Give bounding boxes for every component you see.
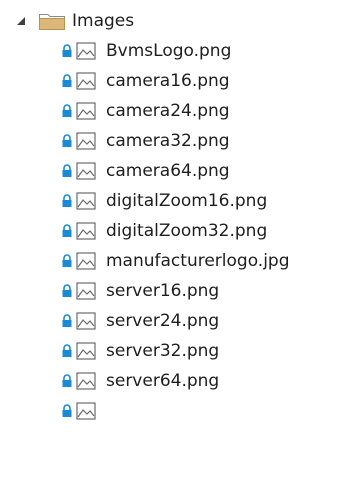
tree-item-file[interactable]: manufacturerlogo.jpg: [61, 247, 290, 275]
file-label: digitalZoom16.png: [106, 191, 268, 211]
file-label: server64.png: [106, 371, 220, 391]
tree-item-file[interactable]: [61, 397, 106, 425]
file-label: camera32.png: [106, 131, 230, 151]
tree-item-file[interactable]: camera64.png: [61, 157, 230, 185]
solution-explorer-tree: Images BvmsLogo.png camera16.png camera24.…: [0, 0, 364, 480]
lock-icon: [61, 127, 75, 155]
tree-item-file[interactable]: camera24.png: [61, 97, 230, 125]
file-label: server16.png: [106, 281, 220, 301]
tree-item-file[interactable]: camera16.png: [61, 67, 230, 95]
lock-icon: [61, 277, 75, 305]
image-file-icon: [76, 367, 98, 395]
file-label: server32.png: [106, 341, 220, 361]
lock-icon: [61, 157, 75, 185]
image-file-icon: [76, 97, 98, 125]
tree-item-images-folder[interactable]: Images: [14, 7, 134, 35]
image-file-icon: [76, 277, 98, 305]
image-file-icon: [76, 397, 98, 425]
file-label: camera24.png: [106, 101, 230, 121]
file-label: BvmsLogo.png: [106, 41, 232, 61]
lock-icon: [61, 217, 75, 245]
file-label: camera16.png: [106, 71, 230, 91]
lock-icon: [61, 97, 75, 125]
folder-label: Images: [72, 11, 135, 31]
lock-icon: [61, 307, 75, 335]
tree-item-file[interactable]: BvmsLogo.png: [61, 37, 231, 65]
image-file-icon: [76, 217, 98, 245]
lock-icon: [61, 37, 75, 65]
tree-item-file[interactable]: server16.png: [61, 277, 219, 305]
lock-icon: [61, 367, 75, 395]
lock-icon: [61, 247, 75, 275]
file-label: manufacturerlogo.jpg: [106, 251, 290, 271]
image-file-icon: [76, 247, 98, 275]
folder-icon: [38, 10, 68, 32]
tree-item-file[interactable]: digitalZoom16.png: [61, 187, 267, 215]
file-label: server24.png: [106, 311, 220, 331]
image-file-icon: [76, 187, 98, 215]
expanded-triangle-icon[interactable]: [14, 7, 28, 35]
tree-item-file[interactable]: server24.png: [61, 307, 219, 335]
image-file-icon: [76, 337, 98, 365]
lock-icon: [61, 67, 75, 95]
image-file-icon: [76, 127, 98, 155]
image-file-icon: [76, 67, 98, 95]
image-file-icon: [76, 157, 98, 185]
tree-item-file[interactable]: camera32.png: [61, 127, 230, 155]
file-label: digitalZoom32.png: [106, 221, 268, 241]
lock-icon: [61, 187, 75, 215]
tree-item-file[interactable]: server32.png: [61, 337, 219, 365]
image-file-icon: [76, 307, 98, 335]
lock-icon: [61, 397, 75, 425]
file-label: camera64.png: [106, 161, 230, 181]
tree-item-file[interactable]: server64.png: [61, 367, 219, 395]
image-file-icon: [76, 37, 98, 65]
lock-icon: [61, 337, 75, 365]
tree-item-file[interactable]: digitalZoom32.png: [61, 217, 267, 245]
